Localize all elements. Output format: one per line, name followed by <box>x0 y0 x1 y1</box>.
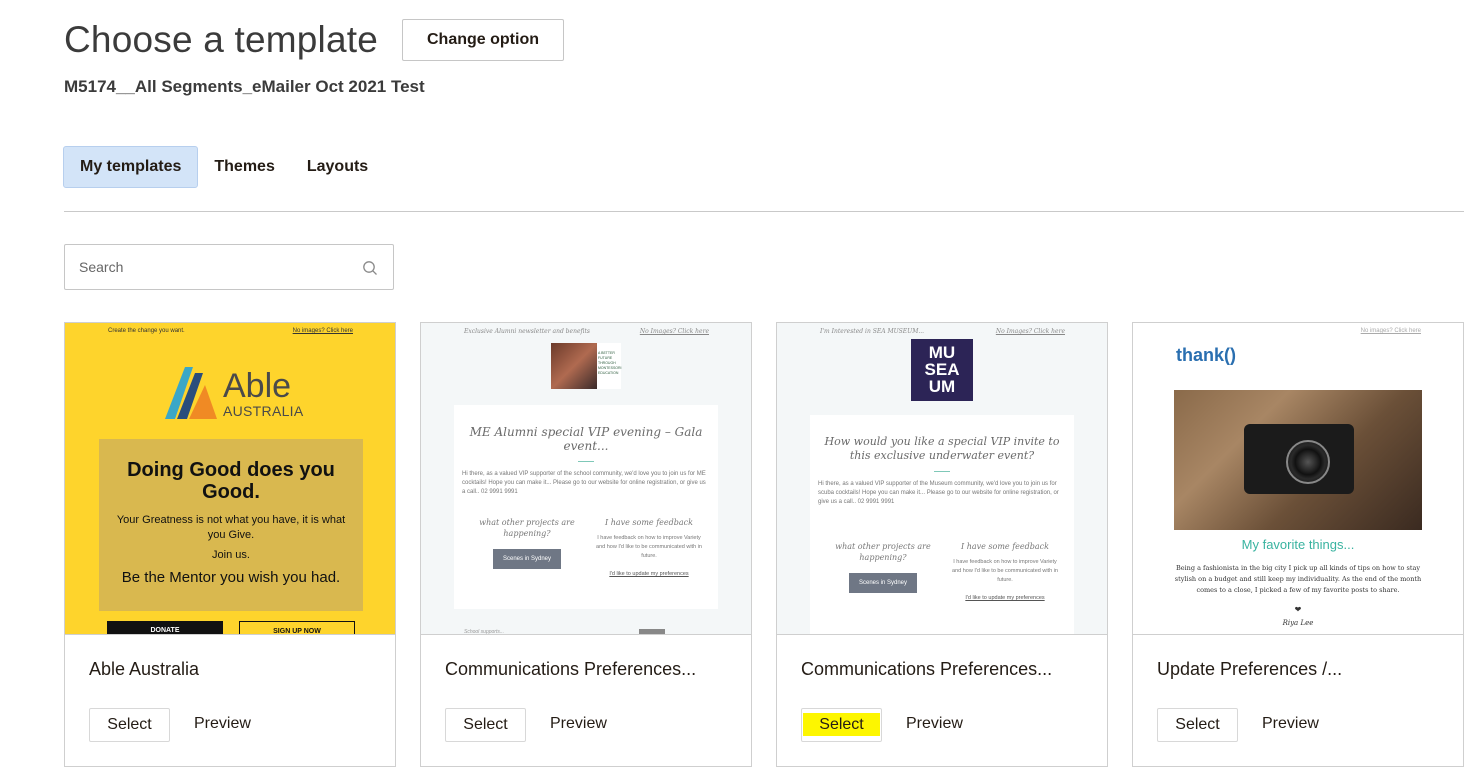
thank-logo: thank() <box>1176 345 1236 365</box>
tabs-divider <box>64 211 1464 212</box>
thumb-footer-image <box>639 629 665 634</box>
thumb-footer-text: School supports... <box>464 629 505 635</box>
tab-layouts[interactable]: Layouts <box>291 146 384 188</box>
template-thumbnail[interactable]: Create the change you want. No images? C… <box>65 323 395 635</box>
template-thumbnail[interactable]: No images? Click here thank() My favorit… <box>1133 323 1463 635</box>
change-option-button[interactable]: Change option <box>402 19 564 61</box>
template-card-communications-preferences-museum[interactable]: I'm Interested in SEA MUSEUM... No Image… <box>776 322 1108 767</box>
thumb-body: Hi there, as a valued VIP supporter of t… <box>462 471 706 495</box>
thumb-top-right-text: No Images? Click here <box>995 328 1065 335</box>
thumb-donate-button: DONATE <box>107 621 223 634</box>
template-name: Update Preferences /... <box>1157 659 1343 679</box>
thumb-line-1: Your Greatness is not what you have, it … <box>116 514 346 541</box>
preview-link[interactable]: Preview <box>550 715 607 733</box>
thumb-top-left-text: Create the change you want. <box>108 328 185 334</box>
thumb-signup-button: SIGN UP NOW <box>239 621 355 634</box>
thumb-headline: How would you like a special VIP invite … <box>824 435 1060 462</box>
template-card-able-australia[interactable]: Create the change you want. No images? C… <box>64 322 396 767</box>
thumb-content-panel: ME Alumni special VIP evening – Gala eve… <box>454 405 718 609</box>
tab-my-templates[interactable]: My templates <box>63 146 199 188</box>
thumb-headline: Doing Good does you Good. <box>127 459 335 503</box>
page-title: Choose a template <box>64 19 378 60</box>
thumb-body: Hi there, as a valued VIP supporter of t… <box>818 481 1059 505</box>
thumb-divider <box>934 471 950 472</box>
thumb-top-right-text: No images? Click here <box>292 328 353 334</box>
thumb-top-right-text: No images? Click here <box>1360 328 1421 334</box>
able-logo-icon <box>165 367 217 419</box>
select-button-label: Select <box>803 713 880 736</box>
thumb-col-button: Scenes in Sydney <box>848 573 918 593</box>
search-icon[interactable] <box>362 260 378 276</box>
heart-icon: ❤ <box>1294 605 1302 614</box>
thumb-col-body: I have feedback on how to improve Variet… <box>952 559 1058 583</box>
thumb-line-2: Join us. <box>212 549 250 561</box>
camera-lens-icon <box>1286 440 1330 484</box>
select-button[interactable]: Select <box>1157 708 1238 742</box>
select-button[interactable]: Select <box>801 708 882 742</box>
thumb-top-left-text: Exclusive Alumni newsletter and benefits <box>464 328 590 335</box>
thumb-top-left-text: I'm Interested in SEA MUSEUM... <box>820 328 925 335</box>
thumb-column-right: I have some feedback I have feedback on … <box>950 541 1060 601</box>
thumb-line-3: Be the Mentor you wish you had. <box>121 569 341 586</box>
thumb-promo-panel: A BETTER FUTURE THROUGH MONTESSORI EDUCA… <box>597 343 622 389</box>
able-logo-sub: AUSTRALIA <box>223 403 304 419</box>
preview-link[interactable]: Preview <box>906 715 963 733</box>
search-input[interactable] <box>65 245 355 289</box>
template-card-update-preferences[interactable]: No images? Click here thank() My favorit… <box>1132 322 1464 767</box>
select-button[interactable]: Select <box>445 708 526 742</box>
thumb-col-button: Scenes in Sydney <box>492 549 562 569</box>
preview-link[interactable]: Preview <box>1262 715 1319 733</box>
thumb-photo <box>551 343 597 389</box>
preview-link[interactable]: Preview <box>194 715 251 733</box>
template-card-communications-preferences-alumni[interactable]: Exclusive Alumni newsletter and benefits… <box>420 322 752 767</box>
able-logo-name: Able <box>223 367 292 405</box>
thumb-camera-photo <box>1174 390 1422 530</box>
tab-themes[interactable]: Themes <box>198 146 290 188</box>
thumb-col-title: what other projects are happening? <box>835 542 931 562</box>
thumb-headline: ME Alumni special VIP evening – Gala eve… <box>469 425 703 453</box>
search-box <box>64 244 394 290</box>
thumb-col-link: I'd like to update my preferences <box>965 595 1045 601</box>
template-tabs: My templates Themes Layouts <box>63 146 384 188</box>
thumb-col-title: what other projects are happening? <box>479 518 575 538</box>
select-button[interactable]: Select <box>89 708 170 742</box>
thumb-column-left: what other projects are happening? Scene… <box>828 541 938 593</box>
template-thumbnail[interactable]: Exclusive Alumni newsletter and benefits… <box>421 323 751 635</box>
thumb-divider <box>578 461 594 462</box>
thumb-message-box: Doing Good does you Good. Your Greatness… <box>99 439 363 611</box>
template-name: Able Australia <box>89 659 200 679</box>
thumb-column-right: I have some feedback I have feedback on … <box>594 517 704 577</box>
thumb-column-left: what other projects are happening? Scene… <box>472 517 582 569</box>
thumb-signature: Riya Lee <box>1282 619 1314 627</box>
museum-logo: MU SEA UM <box>911 339 973 401</box>
thumb-col-link: I'd like to update my preferences <box>609 571 689 577</box>
thumb-heading: My favorite things... <box>1241 537 1355 552</box>
template-thumbnail[interactable]: I'm Interested in SEA MUSEUM... No Image… <box>777 323 1107 635</box>
campaign-name: M5174__All Segments_eMailer Oct 2021 Tes… <box>64 77 425 96</box>
thumb-top-right-text: No Images? Click here <box>639 328 709 335</box>
thumb-col-body: I have feedback on how to improve Variet… <box>596 535 702 559</box>
thumb-col-title: I have some feedback <box>605 518 693 527</box>
thumb-body: Being a fashionista in the big city I pi… <box>1174 564 1422 594</box>
template-name: Communications Preferences... <box>445 659 697 679</box>
thumb-content-panel: How would you like a special VIP invite … <box>810 415 1074 634</box>
thumb-col-title: I have some feedback <box>961 542 1049 551</box>
template-name: Communications Preferences... <box>801 659 1053 679</box>
